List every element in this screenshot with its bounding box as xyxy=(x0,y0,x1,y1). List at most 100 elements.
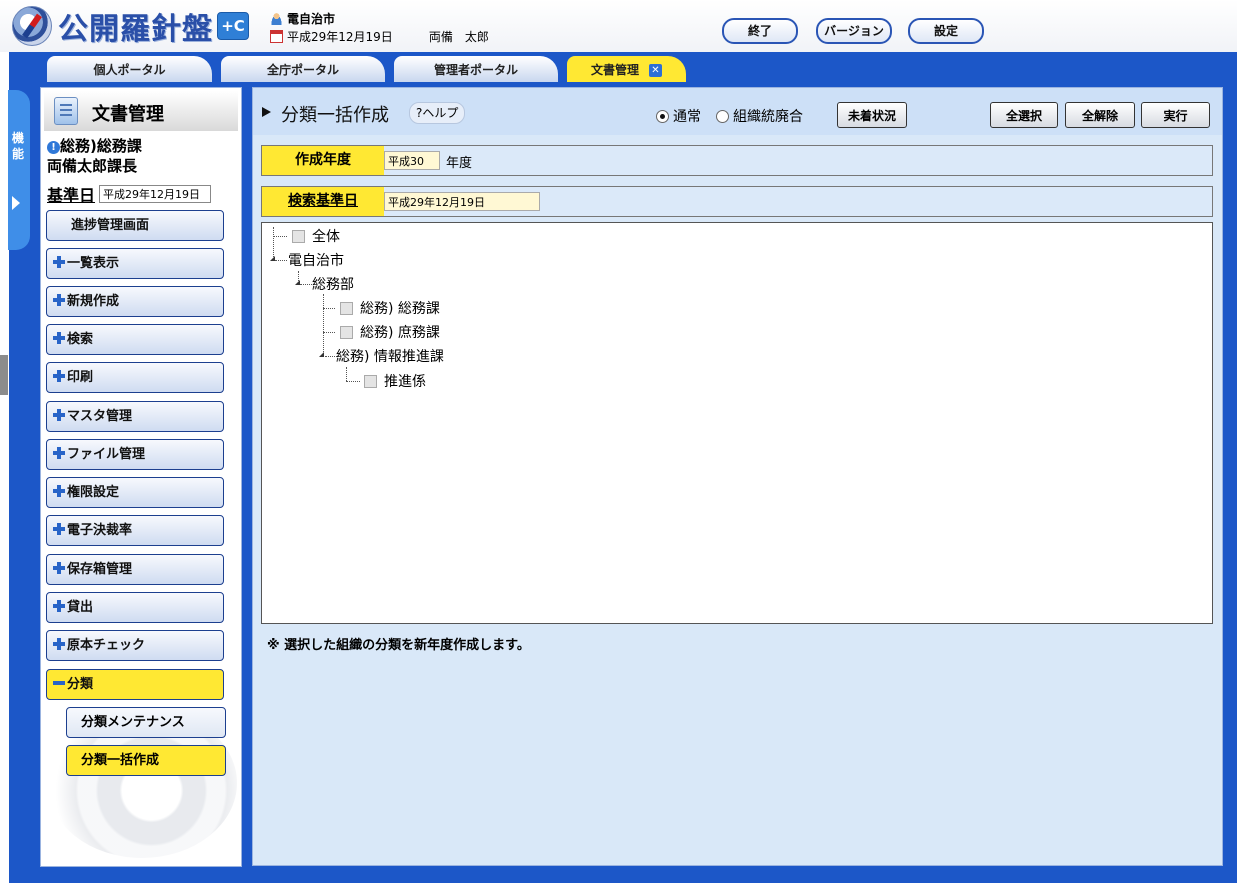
base-date-input[interactable]: 平成29年12月19日 xyxy=(99,185,212,203)
checkbox[interactable] xyxy=(364,374,377,388)
version-button[interactable]: バージョン xyxy=(816,18,892,44)
function-panel-toggle[interactable]: 機能 xyxy=(8,90,30,250)
radio-merge-label: 組織統廃合 xyxy=(733,109,803,125)
tree-node-clerical[interactable]: 総務) 庶務課 xyxy=(340,322,440,342)
play-triangle-icon xyxy=(262,107,271,117)
logo-badge: +C xyxy=(217,12,249,40)
collapse-toggle-icon[interactable] xyxy=(270,256,275,261)
menu-label: 分類 xyxy=(67,677,94,692)
menu-file[interactable]: ファイル管理 xyxy=(46,439,224,470)
panel-title: 文書管理 xyxy=(44,91,238,131)
radio-selected-icon[interactable] xyxy=(656,109,669,123)
tree-line xyxy=(346,381,360,382)
submenu-classification-maintenance[interactable]: 分類メンテナンス xyxy=(66,707,226,738)
tree-line xyxy=(323,332,335,333)
radio-unselected-icon[interactable] xyxy=(716,109,729,123)
menu-label: 貸出 xyxy=(67,600,94,615)
tree-node-info-promotion[interactable]: 総務) 情報推進課 xyxy=(336,346,444,366)
main-toolbar: 分類一括作成 ?ヘルプ 通常 組織統廃合 未着状況 全選択 全解除 実行 xyxy=(253,88,1222,135)
logo-text: 公開羅針盤 xyxy=(58,12,213,47)
menu-new[interactable]: 新規作成 xyxy=(46,286,224,317)
plus-icon xyxy=(53,600,65,612)
menu-classification[interactable]: 分類 xyxy=(46,669,224,700)
checkbox[interactable] xyxy=(340,301,353,315)
close-icon[interactable]: ✕ xyxy=(649,64,662,77)
tree-node-general-affairs[interactable]: 総務) 総務課 xyxy=(340,298,440,318)
tree-node-dept[interactable]: 総務部 xyxy=(312,274,354,294)
compass-icon xyxy=(12,6,52,46)
scroll-handle[interactable] xyxy=(0,355,8,395)
tab-office-portal[interactable]: 全庁ポータル xyxy=(221,56,385,82)
tree-line xyxy=(300,284,312,285)
search-date-row: 検索基準日 平成29年12月19日 xyxy=(261,186,1213,217)
department-info: ! 総務)総務課 両備太郎課長 xyxy=(47,136,142,176)
tree-node-label: 総務) 庶務課 xyxy=(360,325,440,341)
tree-node-all[interactable]: 全体 xyxy=(292,226,340,246)
checkbox[interactable] xyxy=(340,325,353,339)
year-input[interactable]: 平成30 xyxy=(384,151,440,170)
menu-label: 印刷 xyxy=(67,370,94,385)
end-button[interactable]: 終了 xyxy=(722,18,798,44)
base-date-label[interactable]: 基準日 xyxy=(47,182,95,206)
tab-label: 文書管理 xyxy=(590,63,639,77)
menu-label: 権限設定 xyxy=(67,485,120,500)
menu-label: 検索 xyxy=(67,332,94,347)
person-icon xyxy=(270,11,283,25)
user-name: 両備 太郎 xyxy=(428,29,489,44)
collapse-toggle-icon[interactable] xyxy=(295,280,300,285)
plus-icon xyxy=(53,370,65,382)
menu-progress[interactable]: 進捗管理画面 xyxy=(46,210,224,241)
year-suffix: 年度 xyxy=(446,156,473,171)
menu-master[interactable]: マスタ管理 xyxy=(46,401,224,432)
tab-personal-portal[interactable]: 個人ポータル xyxy=(47,56,212,82)
help-button[interactable]: ?ヘルプ xyxy=(409,102,466,124)
menu-search[interactable]: 検索 xyxy=(46,324,224,355)
menu-list-view[interactable]: 一覧表示 xyxy=(46,248,224,279)
plus-icon xyxy=(53,332,65,344)
menu-label: 電子決裁率 xyxy=(67,523,133,538)
plus-icon xyxy=(53,294,65,306)
year-row: 作成年度 平成30 年度 xyxy=(261,145,1213,176)
tab-document-management[interactable]: 文書管理 ✕ xyxy=(567,56,686,82)
execute-button[interactable]: 実行 xyxy=(1141,102,1210,128)
current-date: 平成29年12月19日 xyxy=(287,29,393,44)
document-icon xyxy=(54,97,78,125)
tree-node-label: 総務) 情報推進課 xyxy=(336,349,444,365)
app-logo: 公開羅針盤 +C xyxy=(12,6,249,47)
radio-normal[interactable]: 通常 xyxy=(656,106,701,126)
deselect-all-button[interactable]: 全解除 xyxy=(1065,102,1135,128)
department-name: 総務)総務課 xyxy=(60,137,142,155)
menu-lending[interactable]: 貸出 xyxy=(46,592,224,623)
menu-print[interactable]: 印刷 xyxy=(46,362,224,393)
menu-label: 保存箱管理 xyxy=(67,562,133,577)
search-date-input[interactable]: 平成29年12月19日 xyxy=(384,192,540,211)
tab-admin-portal[interactable]: 管理者ポータル xyxy=(394,56,558,82)
panel-title-text: 文書管理 xyxy=(92,104,164,125)
tree-node-label: 推進係 xyxy=(384,374,426,390)
menu-storage-box[interactable]: 保存箱管理 xyxy=(46,554,224,585)
collapse-toggle-icon[interactable] xyxy=(319,352,324,357)
plus-icon xyxy=(53,562,65,574)
search-date-label[interactable]: 検索基準日 xyxy=(262,187,384,216)
year-label: 作成年度 xyxy=(262,146,384,175)
menu-permissions[interactable]: 権限設定 xyxy=(46,477,224,508)
submenu-classification-bulk-create[interactable]: 分類一括作成 xyxy=(66,745,226,776)
footnote: ※ 選択した組織の分類を新年度作成します。 xyxy=(267,638,530,653)
menu-e-approval[interactable]: 電子決裁率 xyxy=(46,515,224,546)
tree-line xyxy=(323,308,335,309)
tree-node-label: 総務) 総務課 xyxy=(360,301,440,317)
menu-original-check[interactable]: 原本チェック xyxy=(46,630,224,661)
function-label: 機能 xyxy=(11,131,24,161)
checkbox[interactable] xyxy=(292,229,305,243)
plus-icon xyxy=(53,256,65,268)
settings-button[interactable]: 設定 xyxy=(908,18,984,44)
page-title: 分類一括作成 xyxy=(281,105,389,126)
info-icon: ! xyxy=(47,141,60,154)
tree-node-promotion-section[interactable]: 推進係 xyxy=(364,371,426,391)
left-menu-panel: 文書管理 ! 総務)総務課 両備太郎課長 基準日 平成29年12月19日 進捗管理… xyxy=(40,87,242,867)
org-name: 電自治市 xyxy=(287,11,336,26)
unarrived-status-button[interactable]: 未着状況 xyxy=(837,102,907,128)
radio-org-merge[interactable]: 組織統廃合 xyxy=(716,106,803,126)
tree-node-city[interactable]: 電自治市 xyxy=(288,250,344,270)
select-all-button[interactable]: 全選択 xyxy=(990,102,1058,128)
